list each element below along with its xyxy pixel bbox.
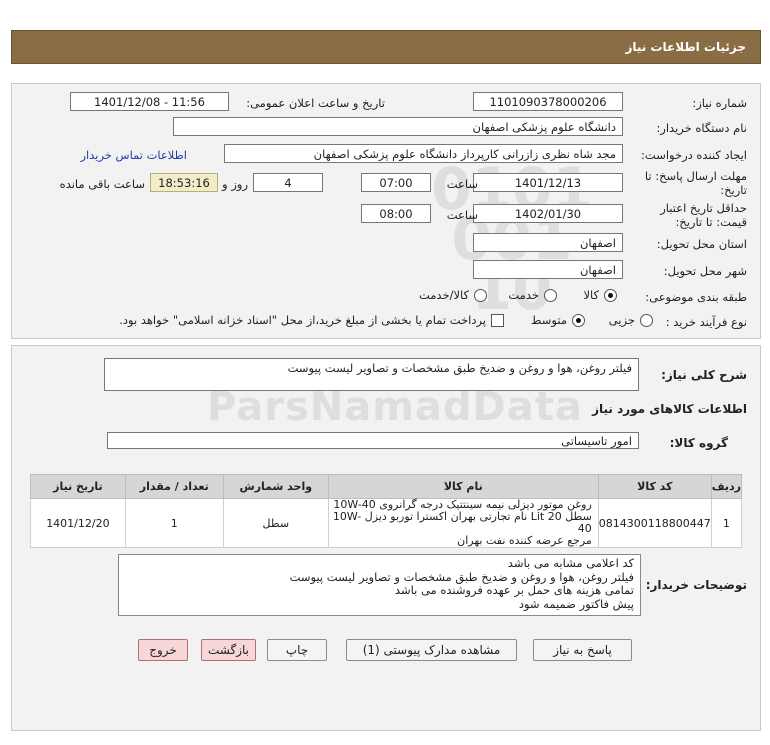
deadline-time-field[interactable]: 07:00 (361, 173, 431, 192)
deadline-label: مهلت ارسال پاسخ: تا (644, 169, 747, 183)
col-date: تاریخ نیاز (30, 474, 126, 499)
radio-minor[interactable] (640, 313, 653, 327)
col-unit: واحد شمارش (222, 474, 329, 499)
table-row[interactable]: 1 0814300118800447 روغن موتور دیزلی نیمه… (30, 498, 743, 548)
announce-datetime-field[interactable]: 1401/12/08 - 11:56 (70, 92, 229, 111)
page-header: جزئیات اطلاعات نیاز (11, 30, 761, 64)
radio-goods[interactable] (604, 288, 617, 302)
announce-datetime-label: تاریخ و ساعت اعلان عمومی: (246, 96, 385, 110)
radio-goods-service[interactable] (474, 288, 487, 302)
buyer-note-line: کد اعلامی مشابه می باشد (507, 556, 634, 570)
remaining-days-field: 4 (253, 173, 323, 192)
remaining-time-countdown: 18:53:16 (150, 173, 218, 192)
cell-name-line-3: مرجع عرضه کننده نفت بهران (457, 534, 592, 547)
cell-unit: سطل (222, 498, 329, 548)
province-label: استان محل تحویل: (656, 237, 747, 251)
need-info-panel: 0101 001 10 شماره نیاز: 1101090378000206… (11, 83, 761, 339)
goods-group-field[interactable]: امور تاسیساتی (107, 432, 639, 449)
creator-field[interactable]: مجد شاه نظری زازرانی کارپرداز دانشگاه عل… (224, 144, 623, 163)
validity-label: حداقل تاریخ اعتبار (660, 201, 747, 215)
cell-row: 1 (710, 498, 743, 548)
days-label: روز و (222, 177, 248, 191)
buyer-note-line: تمامی هزینه های حمل بر عهده فروشنده می ب… (394, 583, 634, 597)
validity-label-date: قیمت: تا تاریخ: (675, 215, 747, 229)
category-option-goods[interactable]: کالا (583, 288, 617, 302)
need-number-field[interactable]: 1101090378000206 (473, 92, 623, 111)
summary-field[interactable]: فیلتر روغن، هوا و روغن و ضدیخ طبق مشخصات… (104, 358, 639, 391)
validity-time-field[interactable]: 08:00 (361, 204, 431, 223)
cell-name: روغن موتور دیزلی نیمه سینتتیک درجه گرانر… (327, 498, 599, 548)
buyer-contact-link[interactable]: اطلاعات تماس خریدار (80, 148, 187, 162)
col-name: نام کالا (327, 474, 599, 499)
buyer-notes-field[interactable]: کد اعلامی مشابه می باشد فیلتر روغن، هوا … (118, 554, 641, 616)
radio-medium[interactable] (572, 313, 585, 327)
treasury-option[interactable]: پرداخت تمام یا بخشی از مبلغ خرید،از محل … (119, 313, 504, 327)
reply-button[interactable]: پاسخ به نیاز (533, 639, 632, 661)
process-option-medium[interactable]: متوسط (531, 313, 585, 327)
validity-time-label: ساعت (446, 208, 478, 222)
buyer-org-label: نام دستگاه خریدار: (656, 121, 747, 135)
exit-button[interactable]: خروج (138, 639, 188, 661)
goods-table: ردیف کد کالا نام کالا واحد شمارش تعداد /… (30, 474, 743, 548)
category-option-service[interactable]: خدمت (508, 288, 557, 302)
remaining-time-label: ساعت باقی مانده (59, 177, 145, 191)
goods-table-header: ردیف کد کالا نام کالا واحد شمارش تعداد /… (30, 474, 743, 499)
deadline-time-label: ساعت (446, 177, 478, 191)
summary-label: شرح کلی نیاز: (661, 368, 747, 382)
deadline-date-field[interactable]: 1401/12/13 (473, 173, 623, 192)
buyer-notes-label: توضیحات خریدار: (645, 578, 747, 592)
print-button[interactable]: چاپ (267, 639, 327, 661)
process-option-minor[interactable]: جزیی (609, 313, 653, 327)
cell-name-line-2: سطل 20 Lit نام تجارتی بهران اکسترا توربو… (332, 510, 592, 535)
radio-service[interactable] (544, 288, 557, 302)
category-option-goods-service[interactable]: کالا/خدمت (419, 288, 487, 302)
back-button[interactable]: بازگشت (201, 639, 256, 661)
col-qty: تعداد / مقدار (124, 474, 224, 499)
cell-qty: 1 (124, 498, 224, 548)
category-label: طبقه بندی موضوعی: (645, 290, 747, 304)
process-label: نوع فرآیند خرید : (665, 315, 747, 329)
creator-label: ایجاد کننده درخواست: (641, 148, 747, 162)
city-field[interactable]: اصفهان (473, 260, 623, 279)
buyer-org-field[interactable]: دانشگاه علوم پزشکی اصفهان (173, 117, 623, 136)
treasury-checkbox[interactable] (491, 313, 504, 327)
need-number-label: شماره نیاز: (692, 96, 747, 110)
buyer-note-line: فیلتر روغن، هوا و روغن و ضدیخ طبق مشخصات… (289, 569, 634, 584)
deadline-label-date: تاریخ: (720, 183, 747, 197)
cell-date: 1401/12/20 (30, 498, 126, 548)
goods-info-title: اطلاعات کالاهای مورد نیاز (592, 402, 747, 416)
buyer-note-line: پیش فاکتور ضمیمه شود (518, 596, 634, 611)
page-title: جزئیات اطلاعات نیاز (625, 40, 746, 54)
col-code: کد کالا (597, 474, 712, 499)
col-row: ردیف (710, 474, 743, 499)
validity-date-field[interactable]: 1402/01/30 (473, 204, 623, 223)
need-details-panel: ParsNamadData شرح کلی نیاز: فیلتر روغن، … (11, 345, 761, 731)
view-attachments-button[interactable]: مشاهده مدارک پیوستی (1) (346, 639, 517, 661)
cell-code: 0814300118800447 (597, 498, 712, 548)
province-field[interactable]: اصفهان (473, 233, 623, 252)
city-label: شهر محل تحویل: (663, 264, 747, 278)
goods-group-label: گروه کالا: (669, 436, 728, 450)
